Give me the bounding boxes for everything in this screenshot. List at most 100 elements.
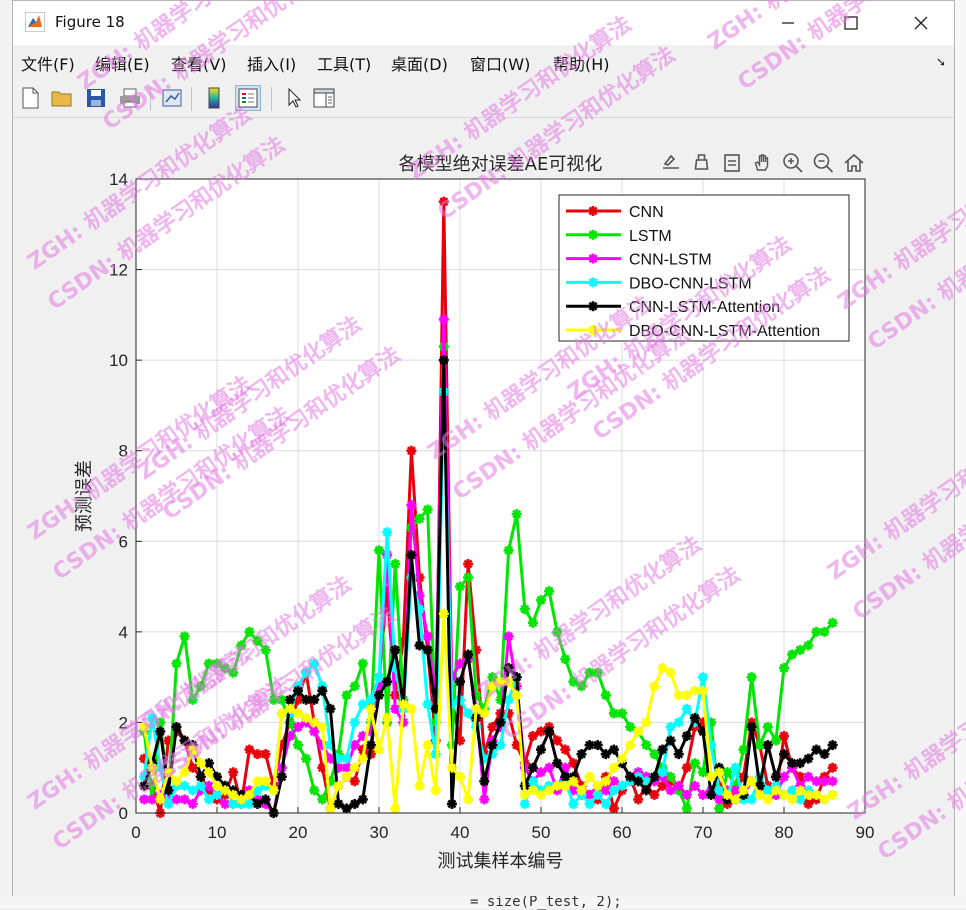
data-point bbox=[787, 794, 798, 805]
data-point bbox=[414, 780, 425, 791]
data-point bbox=[681, 703, 692, 714]
menu-edit[interactable]: 编辑(E) bbox=[95, 51, 150, 75]
data-point bbox=[228, 767, 239, 778]
data-point bbox=[268, 785, 279, 796]
data-point bbox=[746, 672, 757, 683]
print-button[interactable] bbox=[117, 85, 143, 111]
data-point bbox=[649, 771, 660, 782]
x-tick-label: 0 bbox=[131, 823, 140, 842]
minimize-button[interactable] bbox=[773, 9, 803, 37]
data-point bbox=[803, 753, 814, 764]
data-point bbox=[544, 586, 555, 597]
data-point bbox=[430, 749, 441, 760]
menu-window[interactable]: 窗口(W) bbox=[470, 51, 530, 75]
data-point bbox=[309, 658, 320, 669]
data-point bbox=[819, 626, 830, 637]
x-tick-label: 70 bbox=[694, 823, 713, 842]
data-point bbox=[382, 527, 393, 538]
y-tick-label: 8 bbox=[119, 442, 128, 461]
data-point bbox=[390, 558, 401, 569]
data-point bbox=[155, 794, 166, 805]
data-point bbox=[487, 740, 498, 751]
dock-arrow-icon[interactable]: ➘ bbox=[936, 55, 946, 69]
legend-button[interactable] bbox=[235, 85, 261, 111]
colorbar-icon bbox=[208, 87, 220, 109]
zoom-out-icon[interactable] bbox=[813, 153, 834, 173]
pointer-button[interactable] bbox=[281, 85, 307, 111]
data-point bbox=[827, 762, 838, 773]
legend-label: CNN bbox=[629, 204, 664, 221]
data-point bbox=[576, 681, 587, 692]
close-button[interactable] bbox=[906, 9, 936, 37]
data-point bbox=[819, 749, 830, 760]
data-point bbox=[827, 617, 838, 628]
data-point bbox=[673, 717, 684, 728]
legend-label: DBO-CNN-LSTM bbox=[629, 275, 752, 292]
title-bar[interactable]: Figure 18 bbox=[13, 1, 954, 45]
menu-file[interactable]: 文件(F) bbox=[21, 51, 75, 75]
data-point bbox=[406, 549, 417, 560]
data-point bbox=[527, 762, 538, 773]
y-tick-label: 14 bbox=[109, 170, 128, 189]
data-point bbox=[455, 771, 465, 782]
menu-insert[interactable]: 插入(I) bbox=[247, 51, 296, 75]
open-file-button[interactable] bbox=[49, 85, 75, 111]
export-icon[interactable] bbox=[663, 154, 679, 169]
data-point bbox=[422, 644, 433, 655]
data-point bbox=[681, 789, 692, 800]
y-tick-label: 12 bbox=[109, 261, 128, 280]
data-point bbox=[293, 685, 303, 696]
data-tips-icon[interactable] bbox=[724, 154, 740, 172]
printer-icon bbox=[120, 88, 140, 108]
x-tick-label: 20 bbox=[289, 823, 308, 842]
maximize-icon bbox=[844, 16, 858, 30]
data-point bbox=[827, 740, 838, 751]
y-tick-label: 2 bbox=[119, 713, 128, 732]
data-point bbox=[698, 685, 708, 696]
data-point bbox=[236, 640, 247, 651]
data-point bbox=[260, 794, 271, 805]
data-point bbox=[706, 789, 717, 800]
axes-toolbar bbox=[663, 153, 864, 173]
colorbar-button[interactable] bbox=[201, 85, 227, 111]
zoom-in-icon[interactable] bbox=[783, 153, 803, 173]
data-point bbox=[260, 749, 271, 760]
data-point bbox=[762, 794, 773, 805]
menu-tools[interactable]: 工具(T) bbox=[317, 51, 371, 75]
data-point bbox=[714, 803, 725, 814]
link-plot-button[interactable] bbox=[159, 85, 185, 111]
data-point bbox=[479, 794, 490, 805]
data-point bbox=[422, 740, 433, 751]
data-point bbox=[179, 767, 190, 778]
data-point bbox=[560, 744, 571, 755]
toolbar-separator bbox=[150, 87, 151, 111]
legend-icon bbox=[238, 88, 258, 108]
data-point bbox=[349, 762, 360, 773]
legend[interactable]: CNN LSTM CNN-LSTM DBO-CNN-LSTM CNN-LSTM-Atte… bbox=[558, 194, 850, 342]
data-point bbox=[357, 753, 368, 764]
line-chart: 0 10 20 30 40 50 60 70 80 90 0 2 4 6 8 10 12 14 各模型绝对误差AE… bbox=[74, 153, 874, 872]
data-point bbox=[657, 744, 668, 755]
data-point bbox=[633, 776, 644, 787]
menu-view[interactable]: 查看(V) bbox=[171, 51, 226, 75]
menu-desktop[interactable]: 桌面(D) bbox=[391, 51, 448, 75]
x-tick-label: 10 bbox=[208, 823, 227, 842]
save-button[interactable] bbox=[83, 85, 109, 111]
data-point bbox=[511, 509, 522, 520]
data-point bbox=[592, 789, 603, 800]
new-figure-button[interactable] bbox=[17, 85, 43, 111]
pan-icon[interactable] bbox=[754, 154, 769, 171]
data-point bbox=[689, 712, 700, 723]
home-icon[interactable] bbox=[844, 153, 864, 172]
y-tick-label: 6 bbox=[119, 532, 128, 551]
menu-help[interactable]: 帮助(H) bbox=[553, 51, 610, 75]
property-inspector-button[interactable] bbox=[311, 85, 337, 111]
data-point bbox=[260, 644, 271, 655]
data-point bbox=[584, 798, 595, 809]
brush-icon[interactable] bbox=[694, 154, 709, 170]
data-point bbox=[228, 667, 239, 678]
data-point bbox=[592, 667, 603, 678]
x-axis-title: 测试集样本编号 bbox=[438, 851, 564, 872]
maximize-button[interactable] bbox=[836, 9, 866, 37]
data-point bbox=[576, 785, 587, 796]
